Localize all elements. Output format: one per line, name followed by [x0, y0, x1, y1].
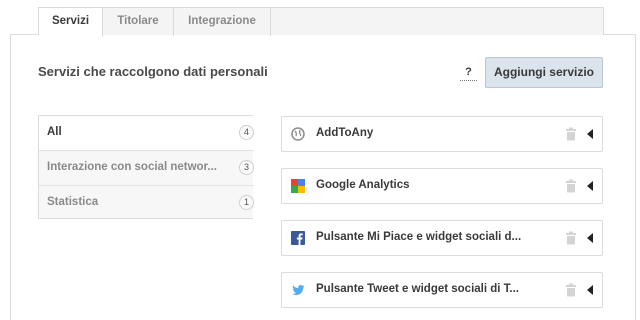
category-item-statistica[interactable]: Statistica 1	[39, 186, 254, 221]
service-row-addtoany[interactable]: AddToAny	[281, 116, 603, 152]
count-badge: 3	[239, 160, 254, 175]
facebook-icon	[291, 231, 305, 245]
twitter-icon	[292, 285, 305, 296]
service-row-twitter[interactable]: Pulsante Tweet e widget sociali di T...	[281, 272, 603, 308]
category-list: All 4 Interazione con social networ... 3…	[38, 115, 254, 221]
count-badge: 4	[239, 125, 254, 140]
trash-icon[interactable]	[565, 179, 577, 193]
help-button[interactable]: ?	[460, 63, 477, 81]
expand-caret-icon[interactable]	[587, 129, 593, 139]
trash-icon[interactable]	[565, 127, 577, 141]
category-label: Statistica	[47, 196, 99, 208]
tab-bar: Servizi Titolare Integrazione	[38, 7, 604, 37]
tab-integrazione[interactable]: Integrazione	[174, 8, 271, 36]
category-item-all[interactable]: All 4	[39, 116, 254, 151]
google-analytics-icon	[291, 179, 305, 193]
trash-icon[interactable]	[565, 231, 577, 245]
expand-caret-icon[interactable]	[587, 233, 593, 243]
service-row-facebook[interactable]: Pulsante Mi Piace e widget sociali d...	[281, 220, 603, 256]
tab-servizi[interactable]: Servizi	[39, 8, 103, 37]
service-name: AddToAny	[316, 127, 374, 139]
service-name: Pulsante Mi Piace e widget sociali d...	[316, 231, 522, 243]
globe-icon	[291, 127, 305, 141]
category-item-social[interactable]: Interazione con social networ... 3	[39, 151, 254, 186]
expand-caret-icon[interactable]	[587, 181, 593, 191]
category-label: Interazione con social networ...	[47, 161, 217, 173]
service-row-google-analytics[interactable]: Google Analytics	[281, 168, 603, 204]
category-label: All	[47, 126, 62, 138]
service-name: Pulsante Tweet e widget sociali di T...	[316, 283, 520, 295]
trash-icon[interactable]	[565, 283, 577, 297]
tab-titolare[interactable]: Titolare	[103, 8, 174, 36]
service-name: Google Analytics	[316, 179, 410, 191]
expand-caret-icon[interactable]	[587, 285, 593, 295]
count-badge: 1	[239, 195, 254, 210]
add-service-button[interactable]: Aggiungi servizio	[485, 57, 603, 88]
page-title: Servizi che raccolgono dati personali	[38, 64, 268, 79]
